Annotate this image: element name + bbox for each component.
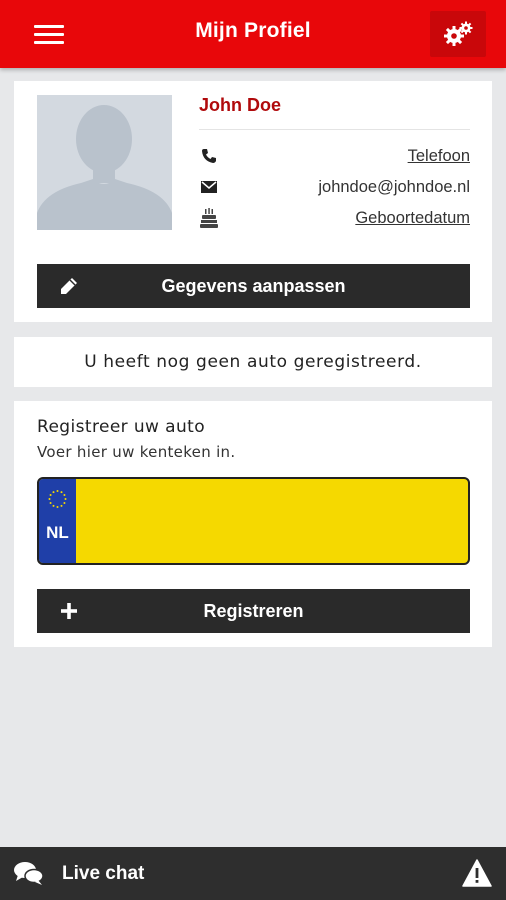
register-subtitle: Voer hier uw kenteken in. xyxy=(37,443,236,461)
no-car-notice: U heeft nog geen auto geregistreerd. xyxy=(14,337,492,387)
birthdate-link[interactable]: Geboortedatum xyxy=(355,209,470,228)
app-header: Mijn Profiel xyxy=(0,0,506,68)
birthdate-row[interactable]: Geboortedatum xyxy=(199,207,470,229)
footer-bar: Live chat xyxy=(0,847,506,900)
avatar-placeholder-icon xyxy=(37,105,172,230)
chat-bubbles-icon xyxy=(14,862,44,885)
email-value[interactable]: johndoe@johndoe.nl xyxy=(318,178,470,197)
plus-icon xyxy=(59,601,79,621)
profile-card: John Doe Telefoon johndoe@johndoe.nl Geb… xyxy=(14,81,492,322)
birthday-cake-icon xyxy=(199,208,219,228)
edit-profile-button[interactable]: Gegevens aanpassen xyxy=(37,264,470,308)
gears-icon xyxy=(444,21,473,46)
register-button-label: Registreren xyxy=(203,600,304,621)
register-title: Registreer uw auto xyxy=(37,417,206,437)
settings-button[interactable] xyxy=(430,11,486,57)
warning-triangle-icon[interactable] xyxy=(462,859,492,887)
profile-name: John Doe xyxy=(199,95,282,115)
eu-flag-strip xyxy=(39,479,76,563)
live-chat-label: Live chat xyxy=(62,863,145,884)
avatar[interactable] xyxy=(37,95,172,230)
plate-country-code: NL xyxy=(46,523,69,542)
live-chat-button[interactable]: Live chat xyxy=(14,860,144,888)
divider xyxy=(199,129,470,130)
notice-text: U heeft nog geen auto geregistreerd. xyxy=(84,352,422,372)
pencil-icon xyxy=(59,276,79,296)
envelope-icon xyxy=(199,177,219,197)
phone-link[interactable]: Telefoon xyxy=(408,147,470,166)
register-button[interactable]: Registreren xyxy=(37,589,470,633)
email-row[interactable]: johndoe@johndoe.nl xyxy=(199,176,470,198)
edit-profile-label: Gegevens aanpassen xyxy=(161,275,346,296)
eu-stars-icon xyxy=(48,490,67,508)
phone-icon xyxy=(199,146,219,166)
register-car-card: Registreer uw auto Voer hier uw kenteken… xyxy=(14,401,492,647)
license-plate-field[interactable]: NL xyxy=(37,477,470,565)
phone-row[interactable]: Telefoon xyxy=(199,145,470,167)
license-plate-input[interactable] xyxy=(76,479,468,563)
